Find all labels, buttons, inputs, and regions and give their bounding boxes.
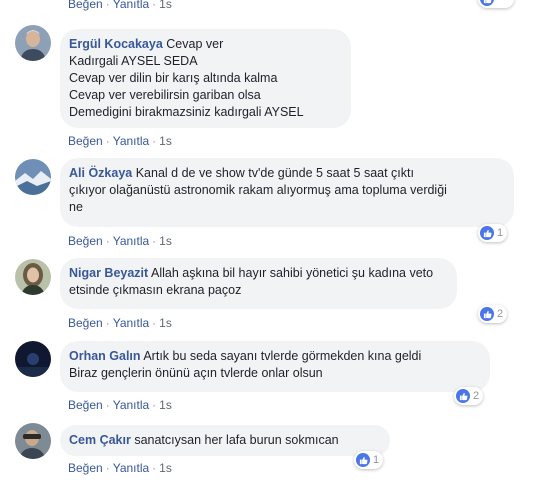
thumbs-up-icon [480,307,494,321]
comment-actions: Beğen · Yanıtla · 1s [68,398,172,412]
like-link[interactable]: Beğen [68,0,103,11]
separator: · [152,461,157,475]
comment-author[interactable]: Ali Özkaya [69,166,132,180]
comment-bubble: Ergül Kocakaya Cevap ver Kadırgali AYSEL… [60,29,351,128]
comment-text-line: sanatcıysan her lafa burun sokmıcan [134,433,339,447]
avatar[interactable] [15,423,51,459]
avatar[interactable] [15,259,51,295]
separator: · [152,134,157,148]
avatar[interactable] [15,341,51,377]
reaction-badge[interactable]: 2 [478,305,508,323]
separator: · [105,134,110,148]
separator: · [152,316,157,330]
comment-bubble: Nigar Beyazit Allah aşkına bil hayır sah… [60,258,457,309]
like-link[interactable]: Beğen [68,134,103,148]
comment-bubble: Cem Çakır sanatcıysan her lafa burun sok… [60,425,390,456]
thumbs-up-icon [456,389,470,403]
comment-text-line: Demedigini birakmazsiniz kadırgali AYSEL [69,105,304,119]
timestamp[interactable]: 1s [159,316,172,330]
timestamp[interactable]: 1s [159,234,172,248]
timestamp[interactable]: 1s [159,0,172,11]
reply-link[interactable]: Yanıtla [113,316,149,330]
thumbs-up-icon [480,226,494,240]
comment-actions: Beğen · Yanıtla · 1s [68,316,172,330]
comment-author[interactable]: Cem Çakır [69,433,131,447]
comment-bubble: Orhan Galın Artık bu seda sayanı tvlerde… [60,341,490,392]
separator: · [105,461,110,475]
reaction-count: 1 [373,454,380,466]
reply-link[interactable]: Yanıtla [113,134,149,148]
comment-actions: Beğen · Yanıtla · 1s [68,134,172,148]
thumbs-up-icon [356,453,370,467]
comment-text-line: Kanal d de ve show tv'de günde 5 saat 5 … [135,166,414,180]
reaction-badge-top[interactable] [478,0,514,8]
comment-author[interactable]: Orhan Galın [69,349,141,363]
timestamp[interactable]: 1s [159,398,172,412]
separator: · [105,0,110,11]
avatar[interactable] [15,25,51,61]
reaction-count: 1 [497,227,504,239]
comment-text-line: Cevap ver verebilirsin gariban olsa [69,88,261,102]
reaction-badge[interactable]: 1 [478,224,508,242]
comment-text-line: Artık bu seda sayanı tvlerde görmekden k… [143,349,422,363]
comment-actions-top: Beğen · Yanıtla · 1s [68,0,172,11]
reply-link[interactable]: Yanıtla [113,398,149,412]
reaction-badge[interactable]: 1 [354,451,384,469]
reaction-count: 2 [497,308,504,320]
avatar[interactable] [15,159,51,195]
separator: · [152,0,157,11]
like-link[interactable]: Beğen [68,461,103,475]
reply-link[interactable]: Yanıtla [113,461,149,475]
reply-link[interactable]: Yanıtla [113,234,149,248]
timestamp[interactable]: 1s [159,134,172,148]
reply-link[interactable]: Yanıtla [113,0,149,11]
comment-actions: Beğen · Yanıtla · 1s [68,461,172,475]
comment-author[interactable]: Ergül Kocakaya [69,37,163,51]
reaction-count: 2 [473,390,480,402]
like-link[interactable]: Beğen [68,234,103,248]
comment-text-line: Allah aşkına bil hayır sahibi yönetici ş… [151,266,434,280]
separator: · [152,234,157,248]
comment-text-line: çıkıyor olağanüstü astronomik rakam alıy… [69,183,447,197]
thumbs-up-icon [480,0,494,6]
separator: · [105,234,110,248]
comment-text-line: Cevap ver [166,37,224,51]
separator: · [152,398,157,412]
comment-bubble: Ali Özkaya Kanal d de ve show tv'de günd… [60,158,514,227]
like-link[interactable]: Beğen [68,398,103,412]
comment-text-line: Biraz gençlerin önünü açın tvlerde onlar… [69,366,323,380]
separator: · [105,316,110,330]
comment-text-line: ne [69,200,83,214]
comment-text-line: Cevap ver dilin bir karış altında kalma [69,71,278,85]
like-link[interactable]: Beğen [68,316,103,330]
comment-author[interactable]: Nigar Beyazit [69,266,148,280]
reaction-badge[interactable]: 2 [454,387,484,405]
separator: · [105,398,110,412]
comment-text-line: etsinde çıkmasın ekrana paçoz [69,283,242,297]
comment-text-line: Kadırgali AYSEL SEDA [69,54,198,68]
timestamp[interactable]: 1s [159,461,172,475]
comment-actions: Beğen · Yanıtla · 1s [68,234,172,248]
